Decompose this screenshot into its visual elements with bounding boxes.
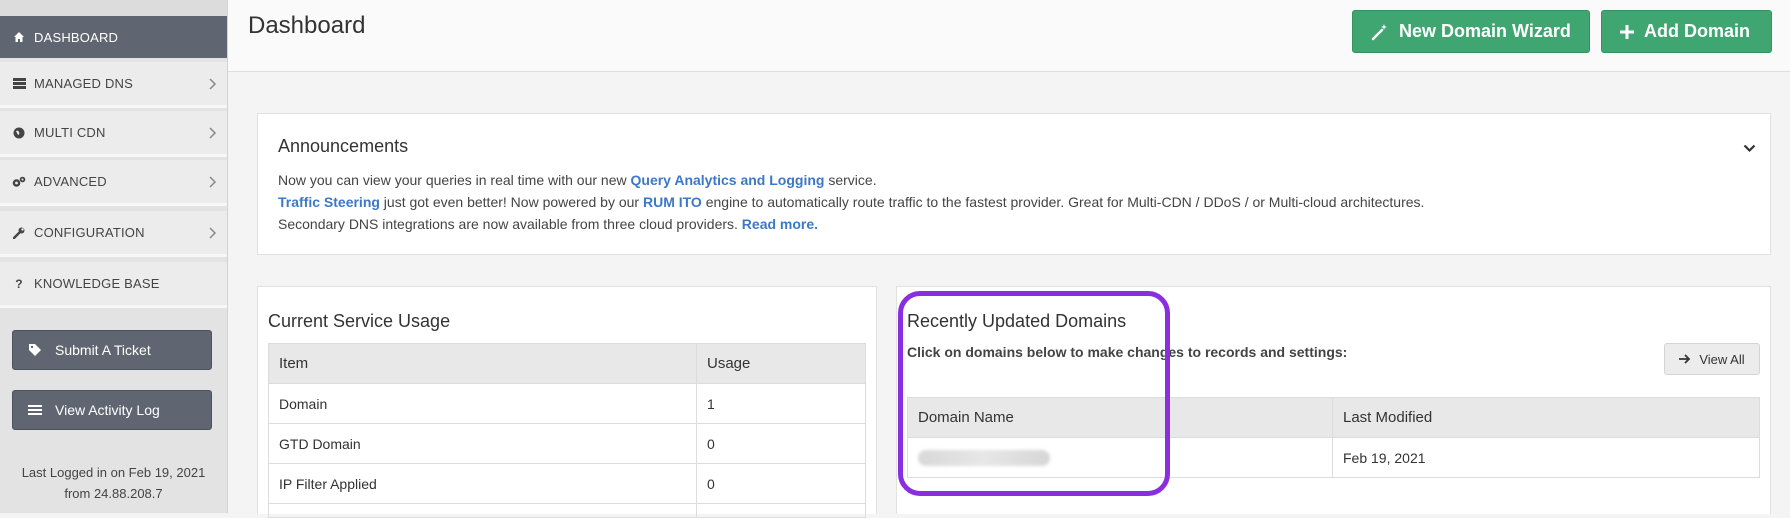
sidebar-item-advanced[interactable]: ADVANCED xyxy=(0,160,227,206)
arrow-right-icon xyxy=(1679,354,1691,364)
table-header-row: Domain Name Last Modified xyxy=(907,397,1760,438)
chevron-down-icon[interactable] xyxy=(1743,140,1756,158)
redacted-domain-name xyxy=(918,450,1050,467)
announcement-line: Traffic Steering just got even better! N… xyxy=(278,194,1425,210)
announcements-title: Announcements xyxy=(278,136,409,156)
service-usage-table: Item Usage Domain 1 GTD Domain 0 IP Filt… xyxy=(268,343,866,518)
page-title: Dashboard xyxy=(248,12,366,39)
view-all-label: View All xyxy=(1699,351,1745,367)
view-all-button[interactable]: View All xyxy=(1664,343,1760,375)
column-header-domain-name: Domain Name xyxy=(907,397,1333,438)
last-login-info: Last Logged in on Feb 19, 2021 from 24.8… xyxy=(0,462,227,504)
globe-icon xyxy=(12,126,26,140)
sidebar-top-strip xyxy=(0,0,227,17)
sidebar: DASHBOARD MANAGED DNS MULTI CDN ADVANCED xyxy=(0,0,228,513)
chevron-right-icon xyxy=(209,175,217,191)
plus-icon xyxy=(1620,24,1634,39)
add-domain-label: Add Domain xyxy=(1644,21,1750,41)
last-login-ip: from 24.88.208.7 xyxy=(64,486,163,501)
submit-ticket-button[interactable]: Submit A Ticket xyxy=(12,330,212,370)
chevron-right-icon xyxy=(209,77,217,93)
rum-ito-link[interactable]: RUM ITO xyxy=(643,194,702,210)
new-domain-wizard-button[interactable]: New Domain Wizard xyxy=(1352,10,1590,53)
sidebar-item-label: KNOWLEDGE BASE xyxy=(34,276,160,291)
domain-name-cell[interactable] xyxy=(907,437,1333,478)
question-icon: ? xyxy=(15,276,23,291)
sidebar-item-label: ADVANCED xyxy=(34,174,107,189)
traffic-steering-link[interactable]: Traffic Steering xyxy=(278,194,380,210)
usage-item-cell: Domain xyxy=(268,383,697,424)
new-domain-wizard-label: New Domain Wizard xyxy=(1399,21,1571,41)
read-more-link[interactable]: Read more. xyxy=(742,216,818,232)
view-activity-log-label: View Activity Log xyxy=(55,402,160,418)
chevron-right-icon xyxy=(209,226,217,242)
recent-domains-subtitle: Click on domains below to make changes t… xyxy=(907,344,1348,360)
view-activity-log-button[interactable]: View Activity Log xyxy=(12,390,212,430)
table-row: Domain 1 xyxy=(268,383,866,424)
sidebar-item-dashboard[interactable]: DASHBOARD xyxy=(0,16,227,58)
chevron-right-icon xyxy=(209,126,217,142)
add-domain-button[interactable]: Add Domain xyxy=(1601,10,1772,53)
sidebar-item-label: MANAGED DNS xyxy=(34,76,133,91)
service-usage-title: Current Service Usage xyxy=(268,311,451,331)
sidebar-item-managed-dns[interactable]: MANAGED DNS xyxy=(0,62,227,108)
usage-item-cell: IP Filter Applied xyxy=(268,463,697,504)
table-row: GTD Domain 0 xyxy=(268,423,866,464)
recent-domains-panel: Recently Updated Domains Click on domain… xyxy=(896,286,1771,514)
sidebar-item-knowledge-base[interactable]: ? KNOWLEDGE BASE xyxy=(0,262,227,308)
list-icon xyxy=(27,402,43,418)
announcements-panel: Announcements Now you can view your quer… xyxy=(257,113,1771,255)
last-login-date: Last Logged in on Feb 19, 2021 xyxy=(21,465,206,480)
sidebar-item-multi-cdn[interactable]: MULTI CDN xyxy=(0,111,227,157)
service-usage-panel: Current Service Usage Item Usage Domain … xyxy=(257,286,877,518)
table-header-row: Item Usage xyxy=(268,343,866,384)
sidebar-item-label: DASHBOARD xyxy=(34,29,119,45)
last-modified-cell: Feb 19, 2021 xyxy=(1332,437,1760,478)
magic-wand-icon xyxy=(1371,23,1389,41)
column-header-usage: Usage xyxy=(696,343,866,384)
query-analytics-link[interactable]: Query Analytics and Logging xyxy=(631,172,825,188)
tag-icon xyxy=(27,342,43,358)
recent-domains-table: Domain Name Last Modified Feb 19, 2021 xyxy=(907,397,1760,478)
table-row xyxy=(268,503,866,518)
usage-value-cell: 1 xyxy=(696,383,866,424)
announcement-line: Now you can view your queries in real ti… xyxy=(278,172,877,188)
announcements-body: Now you can view your queries in real ti… xyxy=(278,169,1424,235)
usage-item-cell: GTD Domain xyxy=(268,423,697,464)
table-row[interactable]: Feb 19, 2021 xyxy=(907,437,1760,478)
server-icon xyxy=(12,77,26,91)
recent-domains-title: Recently Updated Domains xyxy=(907,311,1127,331)
table-row: IP Filter Applied 0 xyxy=(268,463,866,504)
submit-ticket-label: Submit A Ticket xyxy=(55,342,151,358)
home-icon xyxy=(12,30,26,44)
gears-icon xyxy=(12,175,26,189)
wrench-icon xyxy=(12,226,26,240)
sidebar-item-configuration[interactable]: CONFIGURATION xyxy=(0,211,227,257)
announcement-line: Secondary DNS integrations are now avail… xyxy=(278,216,819,232)
sidebar-item-label: CONFIGURATION xyxy=(34,225,145,240)
usage-value-cell: 0 xyxy=(696,423,866,464)
sidebar-item-label: MULTI CDN xyxy=(34,125,106,140)
usage-value-cell: 0 xyxy=(696,463,866,504)
column-header-item: Item xyxy=(268,343,697,384)
column-header-last-modified: Last Modified xyxy=(1332,397,1760,438)
